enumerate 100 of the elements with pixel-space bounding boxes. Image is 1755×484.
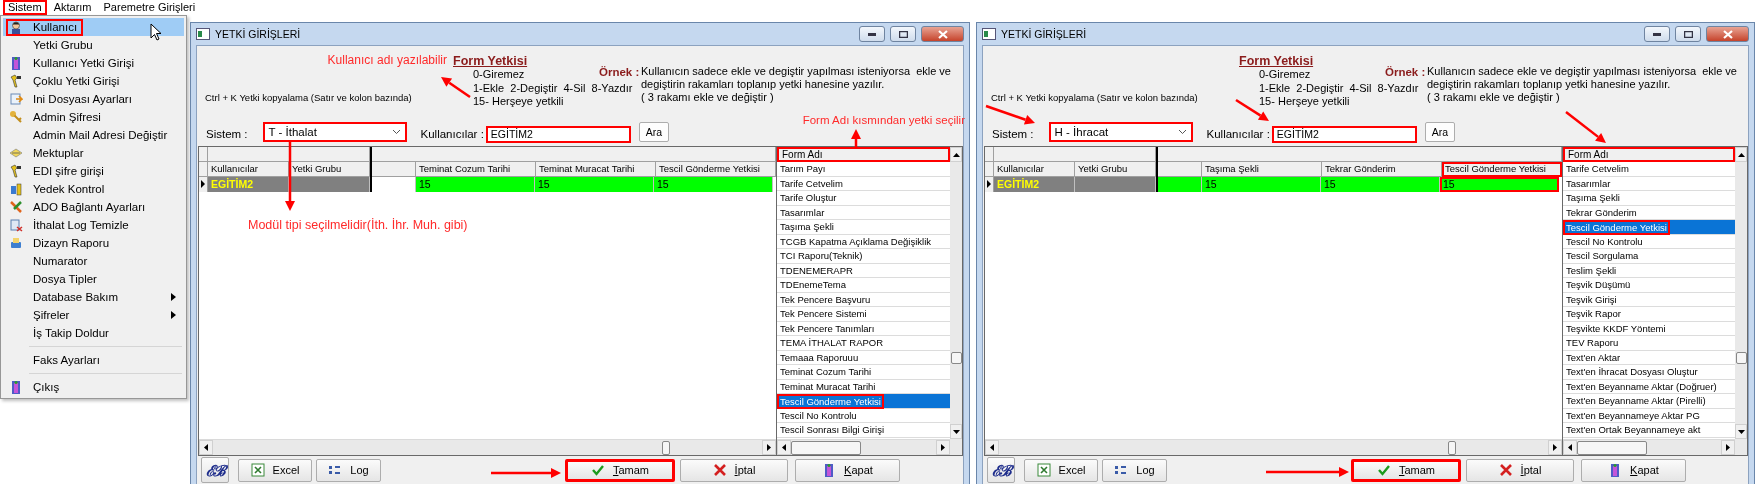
close-button[interactable]: Kapat [1581, 458, 1686, 482]
user-field[interactable]: EGİTİM2 [485, 125, 631, 143]
log-button[interactable]: Log [1102, 458, 1167, 482]
search-button[interactable]: Ara [638, 122, 669, 142]
scroll-left-button[interactable] [777, 440, 791, 455]
logo-button[interactable]: ℰℬ [987, 457, 1015, 483]
door-icon [9, 380, 23, 394]
scroll-right-button[interactable] [762, 440, 776, 455]
dots-icon [328, 463, 343, 477]
chevron-down-icon [391, 129, 401, 135]
list-item[interactable]: TCI Raporu(Teknik) [777, 249, 950, 264]
legend-title: Form Yetkisi [452, 54, 528, 68]
menu-item[interactable]: Kullanıcı [3, 18, 184, 36]
system-dropdown[interactable]: H - İhracat [1048, 122, 1193, 142]
scroll-right-button[interactable] [1721, 440, 1735, 455]
document-icon [9, 218, 23, 232]
maximize-button[interactable] [890, 26, 916, 42]
menu-item[interactable]: Çoklu Yetki Girişi [3, 72, 184, 90]
list-item[interactable]: Text'en Beyanname Aktar (Pirelli) [1563, 394, 1735, 409]
caret-right-icon [1726, 444, 1730, 451]
ok-button[interactable]: Tamam [1351, 458, 1461, 482]
excel-button[interactable]: Excel [1024, 458, 1098, 482]
scroll-right-button[interactable] [1548, 440, 1562, 455]
menu-item[interactable]: Numarator [3, 252, 184, 270]
table-cell: 15 [535, 177, 654, 192]
scroll-down-button[interactable] [1735, 424, 1747, 439]
menu-item[interactable]: Dosya Tipler [3, 270, 184, 288]
system-dropdown[interactable]: T - İthalat [262, 122, 407, 142]
menu-item[interactable]: Dizayn Raporu [3, 234, 184, 252]
menu-item[interactable]: Admin Mail Adresi Değiştir [3, 126, 184, 144]
menu-bar-item[interactable]: Aktarım [48, 0, 97, 15]
scroll-left-button[interactable] [985, 440, 999, 455]
scroll-thumb[interactable] [662, 440, 671, 455]
cancel-button[interactable]: İptal [1466, 458, 1574, 482]
user-field[interactable]: EGİTİM2 [1271, 125, 1417, 143]
scroll-up-button[interactable] [1735, 147, 1747, 162]
list-item[interactable]: Teminat Cozum Tarihi [777, 365, 950, 380]
ok-button[interactable]: Tamam [565, 458, 675, 482]
list-item[interactable]: Tescil Sonrası Bilgi Girişi [777, 423, 950, 438]
close-button[interactable]: Kapat [795, 458, 900, 482]
column-header: Tescil Gönderme Yetkisi [1442, 162, 1562, 177]
menu-item[interactable]: Yedek Kontrol [3, 180, 184, 198]
list-item[interactable]: Taşıma Şekli [1563, 191, 1735, 206]
minimize-button[interactable] [859, 26, 885, 42]
column-header: Yetki Grubu [1075, 162, 1156, 177]
window-title: YETKİ GİRİŞLERİ [1001, 28, 1088, 40]
cross-icon [712, 463, 727, 477]
maximize-button[interactable] [1675, 26, 1701, 42]
annotation-arrow [985, 104, 1035, 125]
scroll-down-button[interactable] [950, 424, 962, 439]
caret-left-icon [782, 444, 786, 451]
close-button[interactable] [921, 26, 964, 42]
menu-bar-item[interactable]: Paremetre Girişleri [98, 0, 201, 15]
scroll-up-button[interactable] [950, 147, 962, 162]
caret-up-icon [1737, 152, 1745, 157]
menu-item[interactable]: Ini Dosyası Ayarları [3, 90, 184, 108]
scroll-right-button[interactable] [936, 440, 950, 455]
list-item[interactable]: TEMA İTHALAT RAPOR [777, 336, 950, 351]
scroll-left-button[interactable] [199, 440, 213, 455]
minimize-button[interactable] [1644, 26, 1670, 42]
list-item[interactable]: Teşvik Düşümü [1563, 278, 1735, 293]
scroll-thumb[interactable] [1577, 440, 1647, 455]
menu-item[interactable]: EDI şifre girişi [3, 162, 184, 180]
close-button[interactable] [1706, 26, 1749, 42]
menu-item[interactable]: Çıkış [3, 378, 184, 396]
menu-item[interactable]: İş Takip Doldur [3, 324, 184, 342]
log-button[interactable]: Log [316, 458, 381, 482]
scroll-thumb[interactable] [791, 440, 861, 455]
menu-item[interactable]: Mektuplar [3, 144, 184, 162]
list-item[interactable]: Tarife Oluştur [777, 191, 950, 206]
cancel-button[interactable]: İptal [680, 458, 788, 482]
column-header: Teminat Muracat Tarihi [536, 162, 656, 177]
menu-item[interactable]: Database Bakım [3, 288, 184, 306]
list-item[interactable]: Tescil Gönderme Yetkisi [1563, 220, 1735, 235]
list-item[interactable]: Text'en Ortak Beyannameye akt [1563, 423, 1735, 438]
menu-bar-item[interactable]: Sistem [3, 0, 47, 15]
search-button[interactable]: Ara [1424, 122, 1455, 142]
check-icon [590, 463, 605, 477]
menu-item[interactable]: Yetki Grubu [3, 36, 184, 54]
menu-item[interactable]: Şifreler [3, 306, 184, 324]
list-item[interactable]: Tescil Gönderme Yetkisi [777, 394, 950, 409]
list-item[interactable]: Tarife Cetvelim [1563, 162, 1735, 177]
list-item[interactable]: Text'en İhracat Dosyası Oluştur [1563, 365, 1735, 380]
menu-item[interactable]: ADO Bağlantı Ayarları [3, 198, 184, 216]
list-item[interactable]: Tescil Sorgulama [1563, 249, 1735, 264]
menu-item[interactable]: Faks Ayarları [3, 351, 184, 369]
list-item[interactable]: Teşvik Rapor [1563, 307, 1735, 322]
menu-item[interactable]: Admin Şifresi [3, 108, 184, 126]
scroll-thumb[interactable] [950, 352, 962, 364]
window-icon [196, 28, 210, 40]
list-item[interactable]: Taşıma Şekli [777, 220, 950, 235]
list-item[interactable]: Tek Pencere Sistemi [777, 307, 950, 322]
scroll-thumb[interactable] [1735, 352, 1747, 364]
door-icon [9, 56, 23, 70]
scroll-left-button[interactable] [1563, 440, 1577, 455]
logo-button[interactable]: ℰℬ [201, 457, 229, 483]
excel-button[interactable]: Excel [238, 458, 312, 482]
scroll-thumb[interactable] [1448, 440, 1457, 455]
menu-item[interactable]: İthalat Log Temizle [3, 216, 184, 234]
menu-item[interactable]: Kullanıcı Yetki Girişi [3, 54, 184, 72]
